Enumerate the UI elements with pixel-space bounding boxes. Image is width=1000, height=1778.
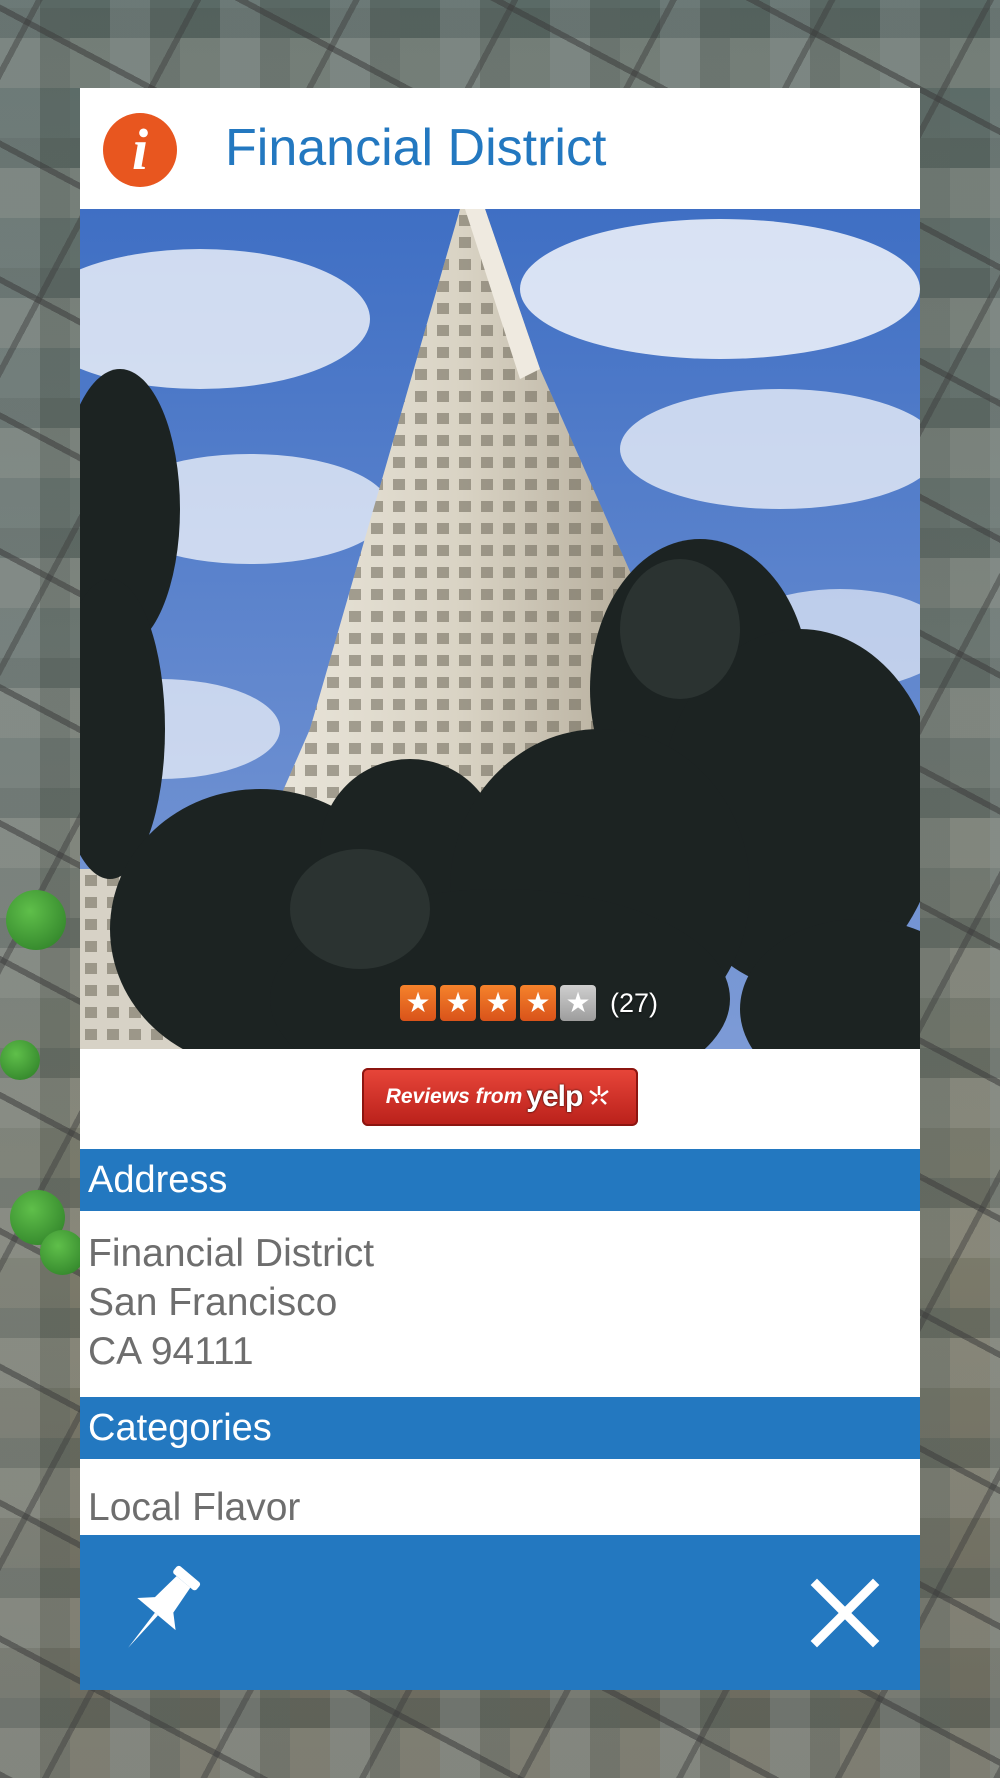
categories-header: Categories — [80, 1397, 920, 1459]
place-detail-card: i Financial District ★ ★ ★ ★ ★ (27) Revi… — [80, 88, 920, 1690]
star-empty-icon: ★ — [560, 985, 596, 1021]
yelp-burst-icon — [589, 1086, 610, 1105]
place-title: Financial District — [225, 119, 607, 177]
star-icon: ★ — [520, 985, 556, 1021]
card-header: i Financial District — [80, 88, 920, 209]
yelp-row: Reviews from yelp — [80, 1049, 920, 1149]
info-icon[interactable]: i — [103, 113, 177, 187]
place-photo[interactable] — [80, 209, 920, 1049]
star-icon: ★ — [440, 985, 476, 1021]
close-button[interactable] — [805, 1573, 885, 1653]
review-count: (27) — [610, 987, 659, 1018]
card-footer — [80, 1535, 920, 1690]
pin-button[interactable] — [114, 1561, 204, 1661]
address-block: Financial District San Francisco CA 9411… — [88, 1229, 908, 1376]
map-tree — [0, 1040, 40, 1080]
pushpin-icon — [128, 1565, 201, 1648]
map-tree — [40, 1230, 85, 1275]
address-line: Financial District — [88, 1232, 375, 1275]
close-icon — [810, 1578, 880, 1648]
address-line: San Francisco — [88, 1281, 338, 1324]
category-item: Local Flavor — [88, 1486, 301, 1529]
yelp-reviews-button[interactable]: Reviews from yelp — [362, 1068, 638, 1126]
address-line: CA 94111 — [88, 1330, 254, 1373]
building-photo — [80, 209, 920, 1049]
yelp-button-label: Reviews from — [385, 1085, 523, 1108]
yelp-logo: yelp — [526, 1080, 583, 1113]
map-tree — [6, 890, 66, 950]
address-header: Address — [80, 1149, 920, 1211]
star-icon: ★ — [400, 985, 436, 1021]
star-icon: ★ — [480, 985, 516, 1021]
rating-stars: ★ ★ ★ ★ ★ (27) — [400, 983, 658, 1023]
